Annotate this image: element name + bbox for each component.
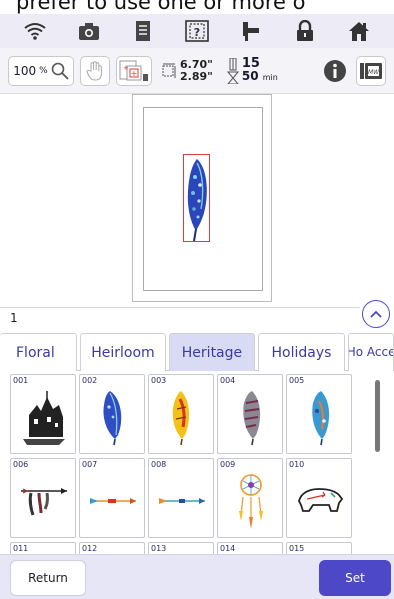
sew-time: 15 50 min: [226, 57, 278, 84]
thread-icon[interactable]: [237, 18, 265, 44]
design-cell-011[interactable]: 011: [10, 542, 76, 554]
camera-icon[interactable]: [75, 18, 103, 44]
set-button[interactable]: Set: [319, 560, 391, 596]
design-number: 008: [151, 460, 167, 469]
design-cell-004[interactable]: 004: [217, 374, 283, 454]
design-cell-001[interactable]: 001: [10, 374, 76, 454]
bottom-bar: Return Set: [0, 554, 394, 599]
feather-yellow-icon: [172, 391, 190, 446]
layout-button[interactable]: + +: [116, 55, 152, 86]
design-cell-008[interactable]: 008: [148, 458, 214, 538]
tab-heritage[interactable]: Heritage: [169, 333, 255, 371]
design-number: 003: [151, 376, 167, 385]
design-number: 011: [13, 544, 29, 553]
design-number: 006: [13, 460, 29, 469]
design-number: 014: [220, 544, 236, 553]
design-cell-010[interactable]: 010: [286, 458, 352, 538]
tab-home-accents[interactable]: Ho Acce: [348, 333, 394, 371]
feather-blue-icon: [103, 391, 122, 446]
arrow-feathers-icon: [21, 488, 67, 516]
bear-icon: [298, 488, 344, 512]
chevron-up-icon: [370, 310, 382, 318]
design-selection-frame[interactable]: [183, 154, 210, 242]
page-number: 1: [10, 311, 18, 325]
info-button[interactable]: [320, 56, 350, 86]
scroll-up-button[interactable]: [362, 300, 390, 328]
machine-icon: MW: [360, 62, 382, 79]
svg-text:+: +: [123, 64, 129, 72]
design-number: 002: [82, 376, 98, 385]
design-number: 007: [82, 460, 98, 469]
design-number: 012: [82, 544, 98, 553]
design-cell-009[interactable]: 009: [217, 458, 283, 538]
feather-design-icon: [187, 159, 207, 242]
design-number: 009: [220, 460, 236, 469]
tab-holidays[interactable]: Holidays: [257, 333, 346, 371]
home-icon[interactable]: [345, 18, 373, 44]
design-number: 004: [220, 376, 236, 385]
dreamcatcher-icon: [239, 474, 263, 529]
svg-text:MW: MW: [368, 69, 380, 76]
design-cell-012[interactable]: 012: [79, 542, 145, 554]
time-unit: min: [262, 73, 278, 82]
design-cell-002[interactable]: 002: [79, 374, 145, 454]
lock-icon[interactable]: [291, 18, 319, 44]
arrow-orange-icon: [90, 498, 136, 504]
machine-button[interactable]: MW: [356, 55, 386, 86]
house-cluster-icon: [23, 391, 65, 445]
arrow-teal-icon: [159, 498, 205, 504]
divider: [0, 307, 360, 308]
pan-button[interactable]: [80, 55, 110, 86]
feather-gray-icon: [243, 391, 261, 446]
category-tabs: Floral Heirloom Heritage Holidays Ho Acc…: [0, 333, 394, 371]
design-cell-014[interactable]: 014: [217, 542, 283, 554]
design-number: 010: [289, 460, 305, 469]
time-minutes: 50: [241, 69, 259, 83]
header-text: prefer to use one or more o: [16, 0, 306, 14]
zoom-value: 100: [13, 63, 37, 78]
design-cell-013[interactable]: 013: [148, 542, 214, 554]
zoom-button[interactable]: 100%: [8, 55, 74, 86]
grid-scrollbar[interactable]: [375, 380, 380, 452]
info-icon: [324, 59, 346, 82]
svg-text:+: +: [131, 69, 138, 78]
return-button[interactable]: Return: [10, 560, 86, 596]
design-number: 013: [151, 544, 167, 553]
size-icon: [162, 63, 176, 78]
wifi-icon[interactable]: [21, 18, 49, 44]
design-cell-003[interactable]: 003: [148, 374, 214, 454]
design-number: 005: [289, 376, 305, 385]
design-number: 001: [13, 376, 29, 385]
hourglass-icon: [226, 57, 239, 84]
design-width: 6.70": [180, 57, 213, 71]
tab-heirloom[interactable]: Heirloom: [79, 333, 167, 371]
design-number: 015: [289, 544, 305, 553]
design-size: 6.70" 2.89": [162, 57, 213, 83]
document-icon[interactable]: [129, 18, 157, 44]
toolbar: 100% + + 6.70" 2.89" 15 50 min MW: [0, 48, 394, 94]
status-bar: ?: [0, 14, 394, 48]
design-cell-007[interactable]: 007: [79, 458, 145, 538]
design-grid: 001 002 003 004 005 006 007 008 009 010 …: [10, 374, 362, 554]
design-cell-005[interactable]: 005: [286, 374, 352, 454]
design-cell-015[interactable]: 015: [286, 542, 352, 554]
design-cell-006[interactable]: 006: [10, 458, 76, 538]
svg-text:?: ?: [194, 26, 200, 39]
magnifier-icon: [51, 62, 69, 80]
design-height: 2.89": [180, 69, 213, 83]
zoom-unit: %: [39, 65, 48, 76]
layout-icon: ++: [119, 60, 148, 81]
help-icon[interactable]: ?: [183, 18, 211, 44]
hand-icon: [86, 60, 102, 81]
tab-floral[interactable]: Floral: [0, 333, 77, 371]
feather-teal-icon: [312, 391, 330, 446]
